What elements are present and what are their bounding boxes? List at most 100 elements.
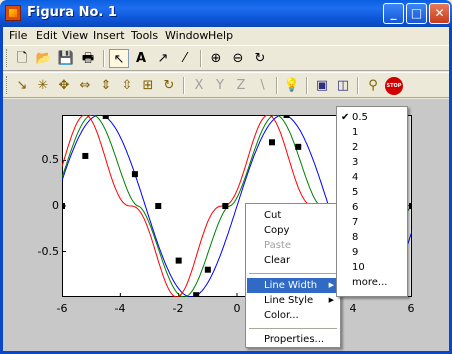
menu-item-color[interactable]: Color... [247, 308, 339, 323]
selection-handle[interactable] [131, 171, 138, 178]
menu-insert[interactable]: Insert [93, 29, 125, 42]
selection-handle[interactable] [155, 203, 162, 209]
insert-text-icon[interactable]: A [131, 49, 151, 68]
insert-line-icon[interactable]: ⁄ [175, 49, 195, 68]
menu-item-copy[interactable]: Copy [247, 223, 339, 238]
submenu-arrow-icon: ▶ [328, 296, 334, 304]
selection-handle[interactable] [102, 115, 109, 119]
line-width-option[interactable]: ✔ 0.5 [338, 110, 406, 125]
matlab-logo-icon [5, 5, 21, 21]
camera-dolly-forward-icon[interactable]: ⇳ [117, 76, 137, 95]
edit-plot-arrow-icon[interactable]: ↖ [109, 49, 129, 68]
camera-orbit-icon[interactable]: ↘ [12, 76, 32, 95]
y-tick-label: -0.5 [37, 245, 59, 258]
menu-help[interactable]: Help [208, 29, 233, 42]
selection-handle[interactable] [222, 203, 229, 209]
camera-pan-tilt-icon[interactable]: ✥ [54, 76, 74, 95]
x-tick-label: 4 [349, 302, 357, 315]
stop-icon[interactable]: STOP [385, 77, 403, 95]
line-width-option[interactable]: 10 [338, 260, 406, 275]
menu-item-line-width[interactable]: Line Width ▶ [247, 278, 339, 293]
line-context-menu: Cut Copy Paste Clear Line Width ▶ Line S… [245, 203, 341, 348]
line-width-option[interactable]: 1 [338, 125, 406, 140]
selection-handle[interactable] [193, 292, 200, 297]
orthographic-projection-icon[interactable]: ▣ [312, 76, 332, 95]
menu-item-label: Line Style [264, 295, 314, 306]
menu-item-properties[interactable]: Properties... [247, 332, 339, 347]
selection-handle[interactable] [82, 152, 89, 159]
toolbar-separator [357, 77, 359, 94]
line-width-option[interactable]: 3 [338, 155, 406, 170]
menu-edit[interactable]: Edit [36, 29, 57, 42]
maximize-button[interactable]: □ [406, 3, 427, 24]
camera-dolly-vertical-icon[interactable]: ⇕ [96, 76, 116, 95]
zoom-out-icon[interactable]: ⊖ [228, 49, 248, 68]
selection-handle[interactable] [175, 257, 182, 264]
camera-zoom-icon[interactable]: ⊞ [138, 76, 158, 95]
figure-toolbar: 🗋 📂 💾 🖶 ↖ A ↗ ⁄ ⊕ ⊖ ↻ [3, 45, 449, 71]
camera-roll-icon[interactable]: ↻ [159, 76, 179, 95]
toolbar-grip[interactable] [6, 76, 9, 94]
reset-camera-icon[interactable]: ⚲ [363, 76, 383, 95]
menu-bar: File Edit View Insert Tools Window Help [3, 27, 449, 45]
selection-handle[interactable] [295, 143, 302, 150]
close-button[interactable]: ✕ [429, 3, 450, 24]
toolbar-separator [200, 50, 202, 67]
menu-item-clear[interactable]: Clear [247, 253, 339, 268]
camera-dolly-horizontal-icon[interactable]: ⇔ [75, 76, 95, 95]
line-width-submenu: ✔ 0.5 1 2 3 4 5 6 7 8 9 10 more... [336, 106, 408, 297]
selection-handle[interactable] [283, 115, 290, 118]
checkmark-icon: ✔ [341, 112, 350, 123]
camera-orbit-scene-icon[interactable]: ✳ [33, 76, 53, 95]
rotate-3d-icon[interactable]: ↻ [250, 49, 270, 68]
menu-item-line-style[interactable]: Line Style ▶ [247, 293, 339, 308]
menu-tools[interactable]: Tools [131, 29, 158, 42]
menu-item-paste[interactable]: Paste [247, 238, 339, 253]
principal-axis-x-icon[interactable]: X [189, 76, 209, 95]
toolbar-separator [183, 77, 185, 94]
line-width-option[interactable]: 8 [338, 230, 406, 245]
principal-axis-none-icon[interactable]: ∖ [252, 76, 272, 95]
zoom-in-icon[interactable]: ⊕ [206, 49, 226, 68]
x-tick-label: -6 [56, 302, 68, 315]
toolbar-separator [306, 77, 308, 94]
menu-file[interactable]: File [9, 29, 27, 42]
submenu-arrow-icon: ▶ [328, 281, 334, 289]
line-width-option[interactable]: 5 [338, 185, 406, 200]
save-icon[interactable]: 💾 [56, 49, 76, 68]
menu-item-cut[interactable]: Cut [247, 208, 339, 223]
x-tick-label: -4 [114, 302, 126, 315]
new-figure-icon[interactable]: 🗋 [12, 49, 32, 68]
toolbar-separator [103, 50, 105, 67]
line-width-option[interactable]: 2 [338, 140, 406, 155]
minimize-button[interactable]: _ [383, 3, 404, 24]
insert-arrow-icon[interactable]: ↗ [153, 49, 173, 68]
selection-handle[interactable] [62, 203, 65, 209]
menu-item-label: Line Width [264, 280, 318, 291]
selection-handle[interactable] [204, 266, 211, 273]
principal-axis-y-icon[interactable]: Y [210, 76, 230, 95]
toolbar-grip[interactable] [6, 49, 9, 67]
light-bulb-icon[interactable]: 💡 [282, 76, 302, 95]
window-title: Figura No. 1 [27, 5, 117, 20]
selection-handle[interactable] [269, 139, 275, 146]
selection-handle[interactable] [409, 203, 412, 209]
line-width-more-option[interactable]: more... [338, 275, 406, 290]
y-tick-label: 0 [52, 199, 59, 212]
menu-separator [249, 328, 337, 329]
line-width-option[interactable]: 9 [338, 245, 406, 260]
menu-window[interactable]: Window [165, 29, 208, 42]
perspective-projection-icon[interactable]: ◫ [333, 76, 353, 95]
line-width-value: 0.5 [352, 112, 368, 123]
line-width-option[interactable]: 4 [338, 170, 406, 185]
x-tick-label: 6 [407, 302, 415, 315]
open-file-icon[interactable]: 📂 [34, 49, 54, 68]
line-width-option[interactable]: 6 [338, 200, 406, 215]
principal-axis-z-icon[interactable]: Z [231, 76, 251, 95]
title-bar[interactable]: Figura No. 1 _ □ ✕ [0, 0, 452, 27]
y-tick-label: 0.5 [41, 153, 60, 166]
line-width-option[interactable]: 7 [338, 215, 406, 230]
print-icon[interactable]: 🖶 [78, 49, 98, 68]
toolbar-separator [276, 77, 278, 94]
menu-view[interactable]: View [62, 29, 88, 42]
